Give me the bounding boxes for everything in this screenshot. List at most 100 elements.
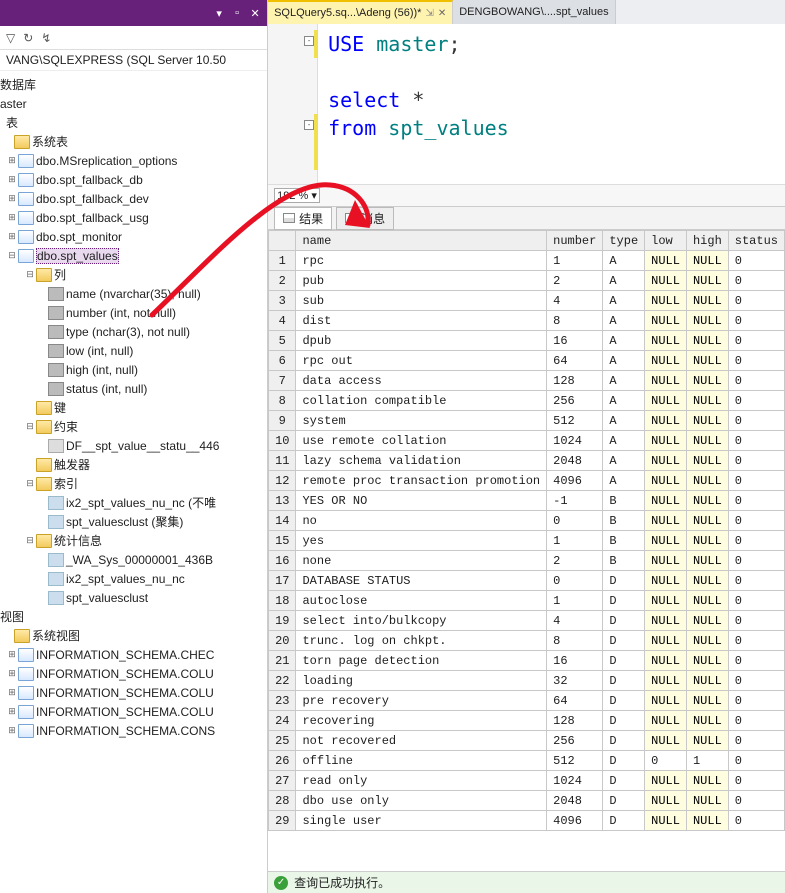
data-cell[interactable]: NULL xyxy=(645,511,687,531)
sql-editor[interactable]: - - USE master; select * from spt_values xyxy=(268,24,785,184)
rownum-cell[interactable]: 12 xyxy=(269,471,296,491)
data-cell[interactable]: NULL xyxy=(686,491,728,511)
node-ixclust[interactable]: spt_valuesclust (聚集) xyxy=(0,512,267,531)
rownum-cell[interactable]: 8 xyxy=(269,391,296,411)
col-low[interactable]: low (int, null) xyxy=(0,341,267,360)
data-cell[interactable]: 0 xyxy=(728,791,784,811)
data-cell[interactable]: 64 xyxy=(547,351,603,371)
data-cell[interactable]: 8 xyxy=(547,631,603,651)
node-databases[interactable]: 数据库 xyxy=(0,75,267,94)
data-cell[interactable]: NULL xyxy=(645,411,687,431)
data-cell[interactable]: A xyxy=(603,471,645,491)
data-cell[interactable]: recovering xyxy=(296,711,547,731)
data-cell[interactable]: A xyxy=(603,251,645,271)
rownum-cell[interactable]: 10 xyxy=(269,431,296,451)
data-cell[interactable]: remote proc transaction promotion xyxy=(296,471,547,491)
data-cell[interactable]: A xyxy=(603,451,645,471)
results-grid-wrap[interactable]: namenumbertypelowhighstatus 1rpc1ANULLNU… xyxy=(268,230,785,871)
data-cell[interactable]: select into/bulkcopy xyxy=(296,611,547,631)
expand-icon[interactable]: ⊞ xyxy=(6,212,18,223)
data-cell[interactable]: NULL xyxy=(686,791,728,811)
data-cell[interactable]: 0 xyxy=(728,631,784,651)
collapse-icon[interactable]: ⊟ xyxy=(24,421,36,432)
tab-sptvalues[interactable]: DENGBOWANG\....spt_values xyxy=(453,0,615,24)
data-cell[interactable]: NULL xyxy=(645,691,687,711)
data-cell[interactable]: NULL xyxy=(686,731,728,751)
data-cell[interactable]: D xyxy=(603,751,645,771)
rownum-cell[interactable]: 26 xyxy=(269,751,296,771)
node-constraints[interactable]: ⊟约束 xyxy=(0,417,267,436)
data-cell[interactable]: 0 xyxy=(547,571,603,591)
data-cell[interactable]: 32 xyxy=(547,671,603,691)
rownum-cell[interactable]: 27 xyxy=(269,771,296,791)
data-cell[interactable]: 0 xyxy=(547,511,603,531)
data-cell[interactable]: 512 xyxy=(547,411,603,431)
tab-close-icon[interactable]: ✕ xyxy=(438,8,446,19)
view-item[interactable]: ⊞INFORMATION_SCHEMA.COLU xyxy=(0,683,267,702)
data-cell[interactable]: D xyxy=(603,771,645,791)
data-cell[interactable]: NULL xyxy=(686,271,728,291)
data-cell[interactable]: YES OR NO xyxy=(296,491,547,511)
data-cell[interactable]: NULL xyxy=(686,651,728,671)
results-tab[interactable]: 结果 xyxy=(274,207,332,230)
data-cell[interactable]: NULL xyxy=(645,631,687,651)
data-cell[interactable]: dpub xyxy=(296,331,547,351)
data-cell[interactable]: 1024 xyxy=(547,431,603,451)
data-cell[interactable]: NULL xyxy=(645,291,687,311)
data-cell[interactable]: A xyxy=(603,271,645,291)
data-cell[interactable]: D xyxy=(603,611,645,631)
data-cell[interactable]: 16 xyxy=(547,331,603,351)
table-row[interactable]: 8collation compatible256ANULLNULL0 xyxy=(269,391,785,411)
data-cell[interactable]: 0 xyxy=(728,471,784,491)
table-row[interactable]: 2pub2ANULLNULL0 xyxy=(269,271,785,291)
data-cell[interactable]: NULL xyxy=(686,471,728,491)
data-cell[interactable]: A xyxy=(603,371,645,391)
data-cell[interactable]: NULL xyxy=(645,371,687,391)
data-cell[interactable]: NULL xyxy=(645,391,687,411)
data-cell[interactable]: 0 xyxy=(728,771,784,791)
data-cell[interactable]: rpc out xyxy=(296,351,547,371)
data-cell[interactable]: NULL xyxy=(645,451,687,471)
expand-icon[interactable]: ⊞ xyxy=(6,155,18,166)
collapse-icon[interactable]: ⊟ xyxy=(24,535,36,546)
data-cell[interactable]: NULL xyxy=(645,331,687,351)
col-high[interactable]: high (int, null) xyxy=(0,360,267,379)
rownum-cell[interactable]: 13 xyxy=(269,491,296,511)
data-cell[interactable]: NULL xyxy=(686,631,728,651)
data-cell[interactable]: A xyxy=(603,411,645,431)
data-cell[interactable]: -1 xyxy=(547,491,603,511)
table-row[interactable]: 28dbo use only2048DNULLNULL0 xyxy=(269,791,785,811)
table-row[interactable]: 7data access128ANULLNULL0 xyxy=(269,371,785,391)
table-row[interactable]: 21torn page detection16DNULLNULL0 xyxy=(269,651,785,671)
table-row[interactable]: 23pre recovery64DNULLNULL0 xyxy=(269,691,785,711)
data-cell[interactable]: use remote collation xyxy=(296,431,547,451)
data-cell[interactable]: D xyxy=(603,691,645,711)
node-sptvalues[interactable]: ⊟dbo.spt_values xyxy=(0,246,267,265)
data-cell[interactable]: 0 xyxy=(728,491,784,511)
data-cell[interactable]: NULL xyxy=(686,671,728,691)
data-cell[interactable]: 0 xyxy=(728,591,784,611)
data-cell[interactable]: NULL xyxy=(645,711,687,731)
table-row[interactable]: 25not recovered256DNULLNULL0 xyxy=(269,731,785,751)
pane-dropdown-icon[interactable]: ▾ xyxy=(213,7,225,19)
data-cell[interactable]: NULL xyxy=(645,351,687,371)
data-cell[interactable]: NULL xyxy=(645,491,687,511)
code-text[interactable]: USE master; select * from spt_values xyxy=(318,24,519,184)
data-cell[interactable]: 0 xyxy=(728,251,784,271)
data-cell[interactable]: A xyxy=(603,311,645,331)
node-stats[interactable]: ⊟统计信息 xyxy=(0,531,267,550)
messages-tab[interactable]: 消息 xyxy=(336,207,394,230)
node-tables[interactable]: 表 xyxy=(0,113,267,132)
data-cell[interactable]: NULL xyxy=(686,711,728,731)
table-row[interactable]: 9system512ANULLNULL0 xyxy=(269,411,785,431)
table-row[interactable]: 12remote proc transaction promotion4096A… xyxy=(269,471,785,491)
data-cell[interactable]: NULL xyxy=(686,251,728,271)
rownum-cell[interactable]: 14 xyxy=(269,511,296,531)
table-row[interactable]: 10use remote collation1024ANULLNULL0 xyxy=(269,431,785,451)
node-systables[interactable]: 系统表 xyxy=(0,132,267,151)
table-row[interactable]: 6rpc out64ANULLNULL0 xyxy=(269,351,785,371)
rownum-cell[interactable]: 22 xyxy=(269,671,296,691)
node-fbdb[interactable]: ⊞dbo.spt_fallback_db xyxy=(0,170,267,189)
data-cell[interactable]: NULL xyxy=(686,391,728,411)
data-cell[interactable]: 0 xyxy=(728,311,784,331)
